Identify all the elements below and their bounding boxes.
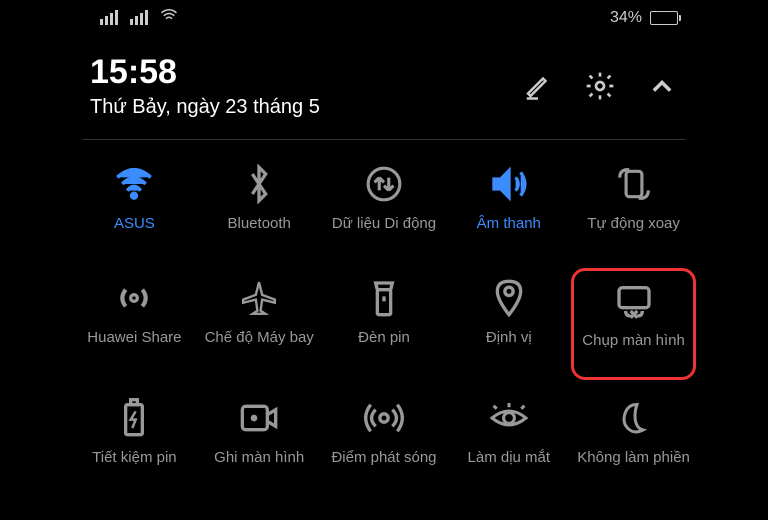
divider bbox=[82, 139, 686, 140]
toggle-label: Tự động xoay bbox=[587, 214, 680, 252]
sound-icon bbox=[489, 164, 529, 204]
screenrecord-icon bbox=[239, 398, 279, 438]
toggle-airplane[interactable]: Chế độ Máy bay bbox=[197, 268, 322, 380]
toggle-label: Bluetooth bbox=[228, 214, 291, 252]
status-bar: 34% bbox=[0, 0, 768, 35]
toggle-flashlight[interactable]: Đèn pin bbox=[322, 268, 447, 380]
gear-icon[interactable] bbox=[584, 70, 616, 102]
toggle-label: ASUS bbox=[114, 214, 155, 252]
toggle-label: Tiết kiệm pin bbox=[92, 448, 176, 486]
wifi-status-icon bbox=[160, 8, 178, 27]
battery-icon bbox=[650, 11, 678, 25]
airplane-icon bbox=[239, 278, 279, 318]
toggle-label: Ghi màn hình bbox=[214, 448, 304, 486]
hotspot-icon bbox=[364, 398, 404, 438]
flashlight-icon bbox=[364, 278, 404, 318]
dnd-icon bbox=[614, 398, 654, 438]
mobiledata-icon bbox=[364, 164, 404, 204]
eyecomfort-icon bbox=[489, 398, 529, 438]
toggle-label: Chế độ Máy bay bbox=[205, 328, 314, 366]
wifi-icon bbox=[114, 164, 154, 204]
panel-header: 15:58 Thứ Bảy, ngày 23 tháng 5 bbox=[0, 35, 768, 139]
date: Thứ Bảy, ngày 23 tháng 5 bbox=[90, 96, 320, 119]
screenshot-icon bbox=[614, 281, 654, 321]
chevron-up-icon[interactable] bbox=[646, 70, 678, 102]
toggle-label: Âm thanh bbox=[477, 214, 541, 252]
toggle-huaweishare[interactable]: Huawei Share bbox=[72, 268, 197, 380]
header-actions bbox=[522, 70, 678, 102]
huaweishare-icon bbox=[114, 278, 154, 318]
toggle-label: Huawei Share bbox=[87, 328, 181, 366]
toggle-label: Không làm phiền bbox=[577, 448, 690, 486]
toggle-sound[interactable]: Âm thanh bbox=[446, 154, 571, 260]
signal-icon bbox=[100, 10, 118, 25]
toggle-label: Định vị bbox=[486, 328, 532, 366]
time: 15:58 bbox=[90, 53, 320, 92]
toggle-wifi[interactable]: ASUS bbox=[72, 154, 197, 260]
toggle-autorotate[interactable]: Tự động xoay bbox=[571, 154, 696, 260]
toggle-label: Chụp màn hình bbox=[582, 331, 685, 369]
battery-icon bbox=[114, 398, 154, 438]
toggle-eyecomfort[interactable]: Làm dịu mắt bbox=[446, 388, 571, 494]
bluetooth-icon bbox=[239, 164, 279, 204]
toggle-label: Đèn pin bbox=[358, 328, 410, 366]
toggle-screenshot[interactable]: Chụp màn hình bbox=[571, 268, 696, 380]
location-icon bbox=[489, 278, 529, 318]
toggle-label: Dữ liệu Di động bbox=[332, 214, 436, 252]
battery-text: 34% bbox=[610, 9, 642, 27]
quick-toggles-grid: ASUS Bluetooth Dữ liệu Di động Âm thanh Tự đ… bbox=[0, 154, 768, 494]
signal-icon-2 bbox=[130, 10, 148, 25]
toggle-location[interactable]: Định vị bbox=[446, 268, 571, 380]
toggle-mobiledata[interactable]: Dữ liệu Di động bbox=[322, 154, 447, 260]
toggle-dnd[interactable]: Không làm phiền bbox=[571, 388, 696, 494]
toggle-label: Làm dịu mắt bbox=[468, 448, 551, 486]
toggle-label: Điểm phát sóng bbox=[331, 448, 436, 486]
toggle-hotspot[interactable]: Điểm phát sóng bbox=[322, 388, 447, 494]
time-block: 15:58 Thứ Bảy, ngày 23 tháng 5 bbox=[90, 53, 320, 119]
status-right: 34% bbox=[610, 9, 678, 27]
status-left bbox=[100, 8, 178, 27]
edit-icon[interactable] bbox=[522, 70, 554, 102]
autorotate-icon bbox=[614, 164, 654, 204]
toggle-screenrecord[interactable]: Ghi màn hình bbox=[197, 388, 322, 494]
toggle-battery[interactable]: Tiết kiệm pin bbox=[72, 388, 197, 494]
toggle-bluetooth[interactable]: Bluetooth bbox=[197, 154, 322, 260]
